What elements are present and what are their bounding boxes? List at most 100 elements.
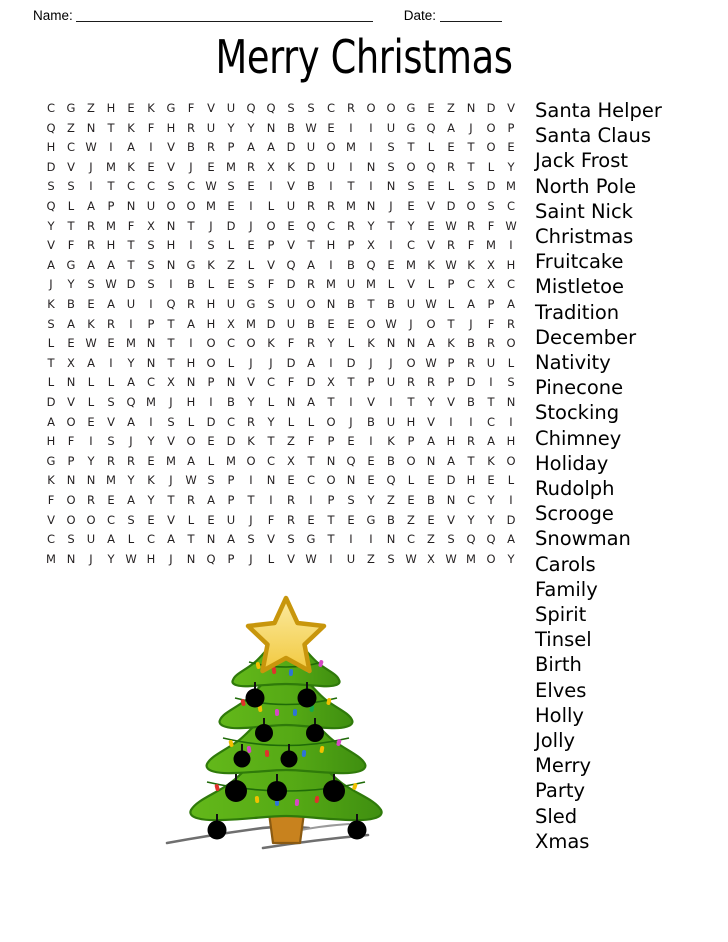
- word-list-item[interactable]: Holly: [535, 703, 728, 728]
- word-list-item[interactable]: Spirit: [535, 602, 728, 627]
- word-list-item[interactable]: Mistletoe: [535, 274, 728, 299]
- word-list-item[interactable]: Snowman: [535, 526, 728, 551]
- grid-cell: R: [187, 120, 195, 135]
- grid-cell: I: [509, 492, 513, 507]
- grid-cell: M: [46, 551, 56, 566]
- grid-cell: D: [46, 394, 56, 409]
- word-list-item[interactable]: Rudolph: [535, 476, 728, 501]
- word-list-item[interactable]: Nativity: [535, 350, 728, 375]
- grid-cell: E: [347, 316, 355, 331]
- grid-cell: W: [85, 336, 97, 351]
- grid-cell: L: [247, 257, 255, 272]
- grid-cell: L: [407, 473, 415, 488]
- word-list-item[interactable]: Scrooge: [535, 501, 728, 526]
- grid-cell: E: [427, 218, 435, 233]
- grid-row: CSUALCATNASVSGTIINCZSQQA: [41, 530, 521, 550]
- word-list-item[interactable]: Santa Claus: [535, 123, 728, 148]
- word-list-item[interactable]: Jack Frost: [535, 148, 728, 173]
- grid-cell: S: [147, 238, 155, 253]
- name-input-line[interactable]: [75, 8, 373, 22]
- grid-cell: A: [127, 375, 135, 390]
- word-list-item[interactable]: December: [535, 325, 728, 350]
- grid-cell: L: [87, 394, 95, 409]
- grid-cell: N: [326, 453, 336, 468]
- grid-cell: S: [207, 238, 215, 253]
- grid-cell: O: [406, 159, 416, 174]
- grid-cell: Y: [107, 551, 115, 566]
- grid-cell: T: [107, 179, 115, 194]
- word-list-item[interactable]: Santa Helper: [535, 98, 728, 123]
- word-list-item[interactable]: Party: [535, 778, 728, 803]
- word-list-item[interactable]: Tinsel: [535, 627, 728, 652]
- date-input-line[interactable]: [440, 8, 503, 22]
- grid-cell: U: [206, 120, 216, 135]
- grid-cell: U: [486, 355, 496, 370]
- grid-cell: E: [127, 101, 135, 116]
- grid-cell: H: [506, 257, 516, 272]
- grid-cell: A: [487, 434, 495, 449]
- word-list-item[interactable]: Birth: [535, 652, 728, 677]
- grid-cell: P: [227, 492, 235, 507]
- word-list-item[interactable]: Saint Nick: [535, 199, 728, 224]
- grid-cell: N: [126, 199, 136, 214]
- grid-cell: H: [166, 120, 176, 135]
- word-list-item[interactable]: Holiday: [535, 451, 728, 476]
- grid-cell: D: [346, 355, 356, 370]
- grid-cell: J: [349, 414, 353, 429]
- grid-cell: K: [367, 336, 375, 351]
- grid-cell: D: [266, 316, 276, 331]
- grid-cell: L: [267, 394, 275, 409]
- word-list-item[interactable]: Pinecone: [535, 375, 728, 400]
- grid-cell: J: [129, 434, 133, 449]
- grid-cell: R: [347, 101, 355, 116]
- grid-cell: D: [286, 140, 296, 155]
- word-list-item[interactable]: Carols: [535, 552, 728, 577]
- grid-cell: D: [486, 101, 496, 116]
- word-list-item[interactable]: Chimney: [535, 426, 728, 451]
- grid-cell: X: [487, 277, 495, 292]
- grid-cell: A: [187, 316, 195, 331]
- grid-cell: X: [487, 257, 495, 272]
- grid-cell: U: [386, 120, 396, 135]
- grid-cell: I: [89, 179, 93, 194]
- grid-cell: A: [427, 336, 435, 351]
- grid-cell: A: [507, 532, 515, 547]
- grid-row: QZNTKFHRUYYNBWEIIUGQAJOP: [41, 119, 521, 139]
- grid-cell: B: [387, 512, 395, 527]
- grid-cell: W: [205, 179, 217, 194]
- grid-cell: R: [407, 375, 415, 390]
- grid-cell: V: [167, 140, 175, 155]
- grid-cell: B: [187, 277, 195, 292]
- grid-cell: E: [407, 199, 415, 214]
- grid-cell: K: [47, 473, 55, 488]
- grid-row: LNLLACXNPNVCFDXTPURRPDIS: [41, 373, 521, 393]
- word-list-item[interactable]: North Pole: [535, 174, 728, 199]
- grid-cell: R: [247, 159, 255, 174]
- grid-cell: L: [267, 551, 275, 566]
- grid-cell: C: [146, 179, 156, 194]
- grid-cell: K: [127, 120, 135, 135]
- word-list-item[interactable]: Family: [535, 577, 728, 602]
- word-list-item[interactable]: Sled: [535, 804, 728, 829]
- grid-cell: C: [406, 532, 416, 547]
- grid-cell: R: [327, 199, 335, 214]
- grid-cell: N: [386, 336, 396, 351]
- grid-row: VOOCSEVLEUJFRETEGBZEVYYD: [41, 510, 521, 530]
- grid-cell: J: [89, 159, 93, 174]
- word-list-item[interactable]: Xmas: [535, 829, 728, 854]
- grid-cell: A: [227, 532, 235, 547]
- word-list-item[interactable]: Merry: [535, 753, 728, 778]
- word-list-item[interactable]: Fruitcake: [535, 249, 728, 274]
- grid-cell: F: [127, 218, 135, 233]
- word-list-item[interactable]: Christmas: [535, 224, 728, 249]
- grid-cell: K: [387, 434, 395, 449]
- grid-cell: U: [306, 140, 316, 155]
- word-list-item[interactable]: Jolly: [535, 728, 728, 753]
- word-list-item[interactable]: Stocking: [535, 400, 728, 425]
- grid-cell: W: [405, 551, 417, 566]
- grid-cell: S: [307, 101, 315, 116]
- word-list-item[interactable]: Tradition: [535, 300, 728, 325]
- word-list-item[interactable]: Elves: [535, 678, 728, 703]
- grid-cell: A: [107, 532, 115, 547]
- grid-cell: V: [207, 101, 215, 116]
